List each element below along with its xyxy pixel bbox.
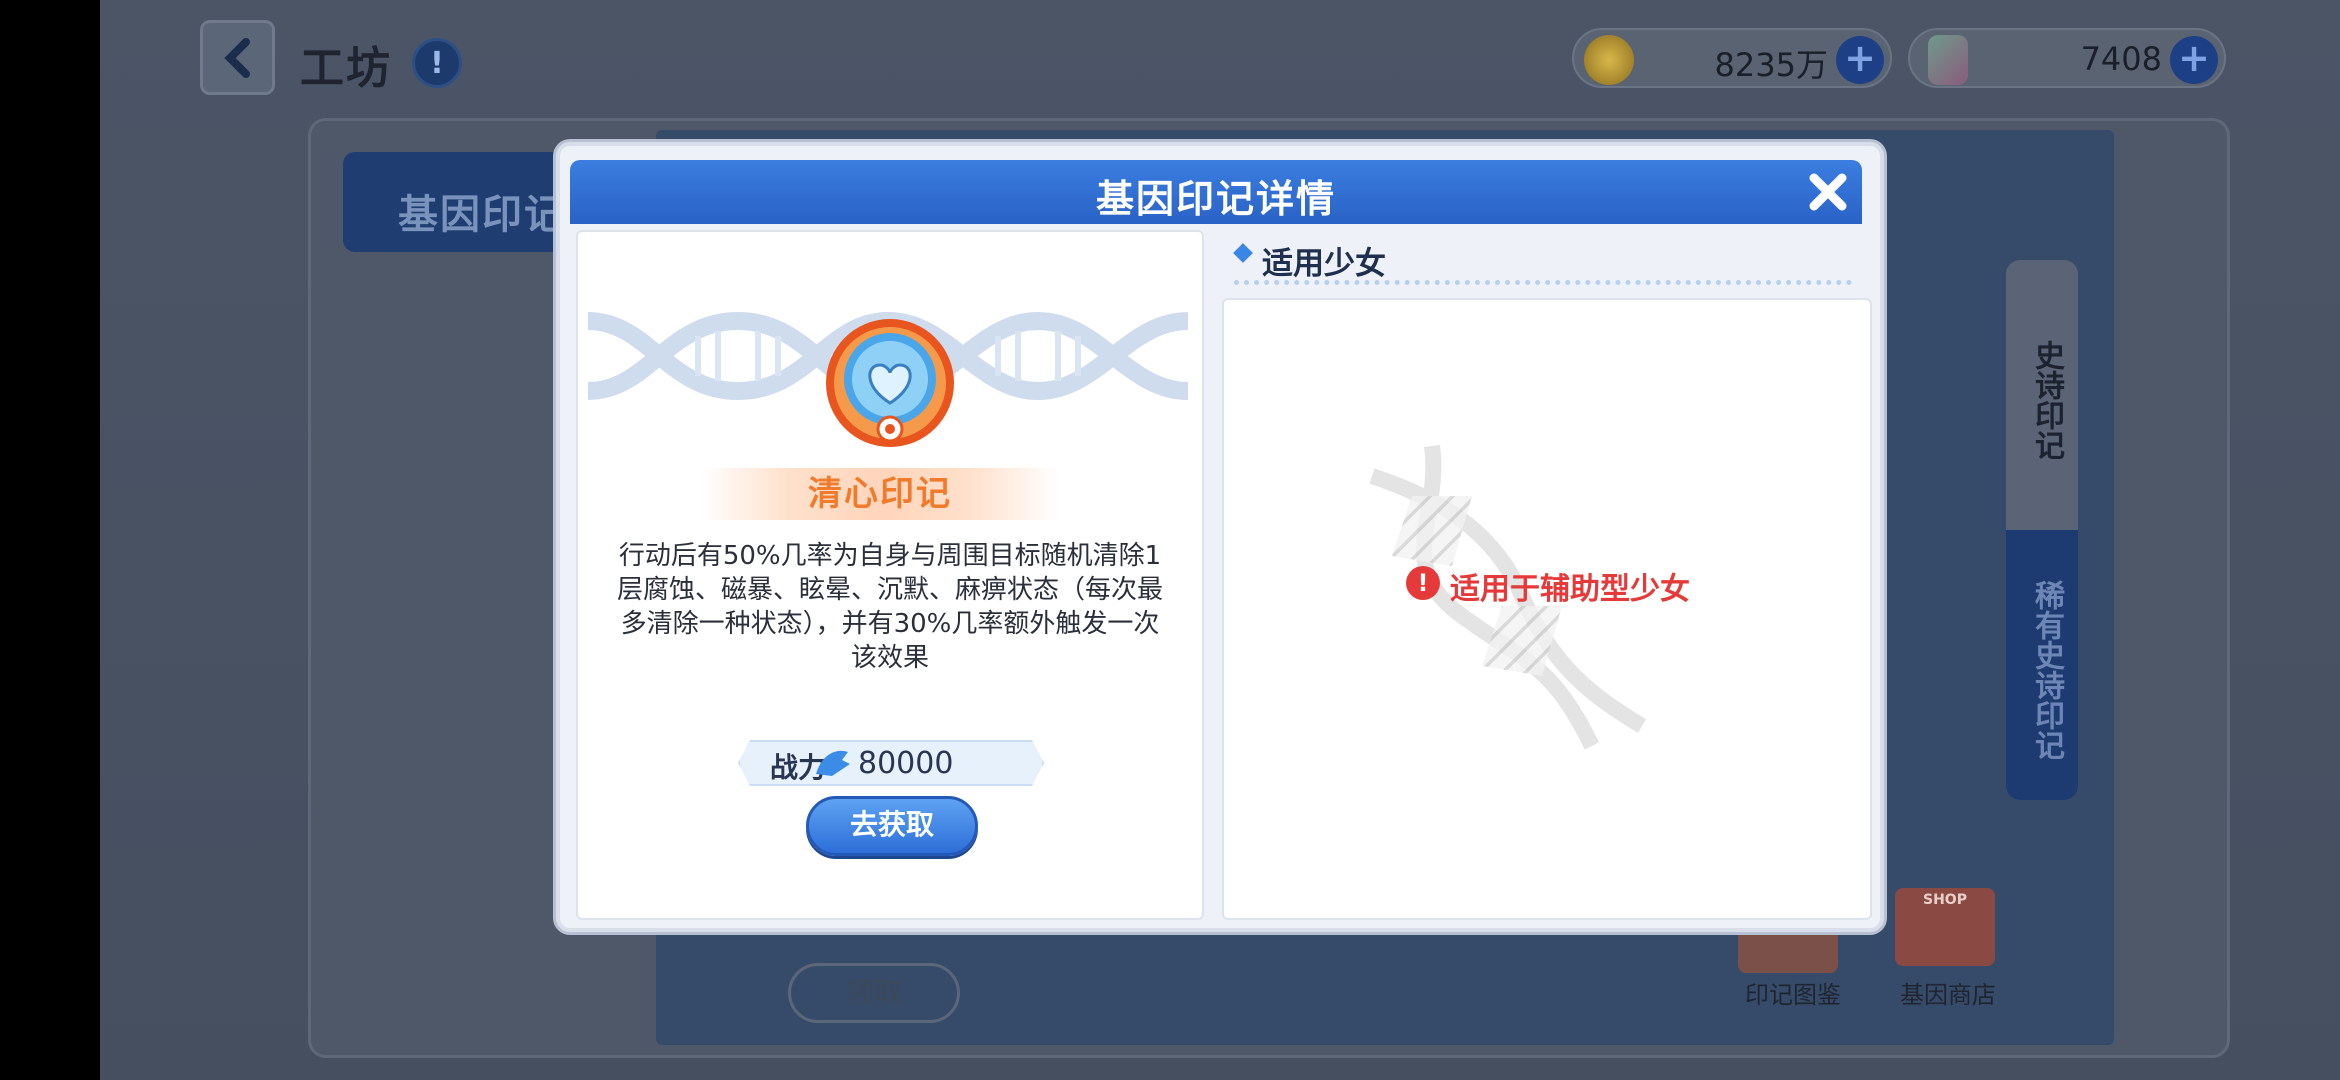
section-divider [1234, 280, 1852, 285]
info-icon[interactable]: ! [412, 38, 462, 88]
tab-epic-mark[interactable]: 史诗印记 [2024, 340, 2068, 460]
rarity-tabs: 史诗印记 稀有史诗印记 [2006, 260, 2078, 800]
dialog-title: 基因印记详情 [1095, 177, 1336, 221]
warning-icon: ! [1406, 566, 1440, 600]
gene-shop-label[interactable]: 基因商店 [1900, 975, 1996, 1010]
mark-medal-icon [826, 319, 954, 447]
shop-sign-text: SHOP [1923, 892, 1967, 908]
back-button[interactable] [200, 20, 275, 95]
mark-description: 行动后有50%几率为自身与周围目标随机清除1层腐蚀、磁暴、眩晕、沉默、麻痹状态（… [616, 541, 1163, 673]
applicable-warning: ! 适用于辅助型少女 [1406, 564, 1690, 608]
gold-currency: 8235万 + [1572, 28, 1892, 88]
close-icon [1809, 173, 1847, 211]
chevron-left-icon [223, 37, 250, 78]
dialog-header: 基因印记详情 [570, 160, 1862, 224]
side-tab-gene-mark[interactable]: 基因印记 [343, 152, 573, 252]
gold-coin-icon [1584, 35, 1634, 85]
power-icon [816, 750, 850, 776]
crystal-value: 7408 [2080, 40, 2162, 78]
go-obtain-button[interactable]: 去获取 [806, 796, 978, 856]
page-title: 工坊 [300, 43, 392, 94]
mark-codex-label[interactable]: 印记图鉴 [1745, 975, 1841, 1010]
power-value: 80000 [858, 746, 954, 781]
gold-value: 8235万 [1714, 46, 1828, 84]
claim-button[interactable]: 领取 [788, 963, 960, 1023]
add-gold-button[interactable]: + [1836, 36, 1884, 84]
applicable-note-text: 适用于辅助型少女 [1450, 572, 1690, 607]
crystal-icon [1928, 35, 1968, 85]
gene-shop-icon[interactable]: SHOP [1895, 888, 1995, 966]
mark-name: 清心印记 [700, 468, 1060, 520]
add-crystal-button[interactable]: + [2170, 36, 2218, 84]
crystal-currency: 7408 + [1908, 28, 2226, 88]
applicable-section-title: 适用少女 [1233, 238, 1386, 283]
gene-mark-detail-dialog: 基因印记详情 清心印记 行动后有50%几率为自身与周围目标随机清除1层腐蚀、磁暴… [556, 142, 1884, 932]
tab-rare-epic-mark[interactable]: 稀有史诗印记 [2024, 580, 2068, 760]
diamond-bullet-icon [1233, 243, 1253, 263]
applicable-title-text: 适用少女 [1262, 246, 1386, 282]
close-button[interactable] [1802, 166, 1854, 218]
